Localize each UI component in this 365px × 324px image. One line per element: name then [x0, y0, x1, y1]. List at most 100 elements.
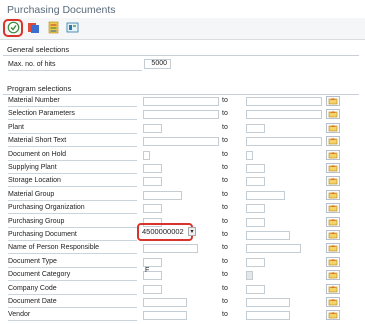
field-label: Company Code [8, 284, 137, 295]
multiple-selection-icon [328, 151, 338, 158]
to-label: to [222, 231, 228, 238]
field-label: Storage Location [8, 176, 137, 188]
multiple-selection-button[interactable] [326, 96, 340, 106]
field-label: Document on Hold [8, 150, 137, 161]
to-input[interactable] [246, 217, 265, 227]
multiple-selection-button[interactable] [326, 163, 340, 173]
multiple-selection-icon [328, 205, 338, 212]
execute-button[interactable] [7, 21, 20, 34]
info-button[interactable] [66, 21, 79, 34]
purchasing-document-value[interactable]: 4500000002 [142, 227, 184, 237]
to-input[interactable] [246, 137, 322, 147]
field-label: Plant [8, 123, 137, 134]
multiple-selection-button[interactable] [326, 122, 340, 133]
from-input[interactable] [143, 298, 187, 307]
to-input[interactable] [246, 150, 253, 160]
to-input[interactable] [246, 123, 265, 133]
get-variant-button[interactable] [27, 21, 40, 34]
to-label: to [222, 298, 228, 305]
field-label: Supplying Plant [8, 163, 137, 174]
multiple-selection-button[interactable] [326, 176, 340, 187]
to-input[interactable] [246, 164, 265, 173]
field-label: Vendor [8, 310, 137, 322]
multiple-selection-icon [328, 191, 338, 199]
multiple-selection-button[interactable] [326, 136, 340, 147]
from-input[interactable] [143, 150, 150, 160]
multiple-selection-button[interactable] [326, 203, 340, 214]
multiple-selection-button[interactable] [326, 230, 340, 240]
field-label: Purchasing Group [8, 217, 137, 228]
from-input[interactable] [143, 110, 219, 120]
from-input[interactable] [143, 257, 162, 267]
to-input[interactable] [246, 110, 322, 120]
to-input[interactable] [246, 311, 290, 321]
from-input[interactable] [143, 190, 182, 200]
multiple-selection-icon [328, 245, 338, 252]
field-label: Material Short Text [8, 136, 137, 148]
to-input[interactable] [246, 190, 285, 200]
from-input[interactable] [143, 164, 162, 173]
max-hits-label: Max. no. of hits [8, 59, 142, 71]
multiple-selection-button[interactable] [326, 283, 340, 294]
multiple-selection-icon [328, 138, 338, 145]
to-label: to [222, 177, 228, 185]
application-toolbar [0, 18, 365, 40]
document-category-flag: F [145, 267, 150, 274]
to-label: to [222, 217, 228, 225]
field-label: Document Type [8, 257, 137, 268]
to-input[interactable] [246, 284, 265, 294]
from-input[interactable] [143, 204, 162, 214]
multiple-selection-icon [328, 218, 338, 225]
to-label: to [222, 244, 228, 252]
to-input[interactable] [246, 97, 322, 106]
to-label: to [222, 164, 228, 171]
from-input[interactable] [143, 97, 219, 106]
from-input[interactable] [143, 244, 198, 254]
to-label: to [222, 97, 228, 104]
to-label: to [222, 311, 228, 319]
to-input[interactable] [246, 177, 265, 187]
from-input[interactable] [143, 311, 187, 321]
to-label: to [222, 257, 228, 265]
program-selections-title: Program selections [7, 84, 72, 93]
multiple-selection-icon [328, 299, 338, 306]
from-input[interactable] [143, 284, 162, 294]
multiple-selection-button[interactable] [326, 149, 340, 160]
multiple-selection-button[interactable] [326, 243, 340, 254]
from-input[interactable] [143, 177, 162, 187]
multiple-selection-icon [328, 272, 338, 279]
to-input[interactable] [246, 244, 301, 254]
to-label: to [222, 123, 228, 131]
multiple-selection-button[interactable] [326, 109, 340, 120]
to-input[interactable] [246, 231, 290, 240]
from-input[interactable] [143, 123, 162, 133]
to-input[interactable] [246, 204, 265, 214]
to-input[interactable] [246, 298, 290, 307]
general-selections-title: General selections [7, 45, 70, 54]
field-label: Document Category [8, 270, 137, 282]
max-hits-input[interactable]: 5000 [144, 59, 171, 69]
multiple-selection-button[interactable] [326, 189, 340, 200]
multiple-selection-icon [328, 165, 338, 172]
multiple-selection-button[interactable] [326, 270, 340, 281]
from-input[interactable] [143, 137, 219, 147]
to-input[interactable] [246, 257, 265, 267]
multiple-selection-button[interactable] [326, 256, 340, 267]
value-help-icon[interactable]: ▾ [188, 227, 196, 236]
program-selections-section: Program selections [3, 84, 359, 95]
field-label: Document Date [8, 297, 137, 308]
field-label: Material Number [8, 96, 137, 107]
page-title: Purchasing Documents [7, 4, 116, 16]
field-label: Purchasing Document [8, 230, 137, 241]
to-input[interactable] [246, 271, 253, 281]
list-button[interactable] [47, 21, 60, 34]
to-label: to [222, 204, 228, 212]
to-label: to [222, 150, 228, 158]
multiple-selection-icon [328, 111, 338, 118]
multiple-selection-icon [328, 178, 338, 185]
to-label: to [222, 271, 228, 279]
multiple-selection-button[interactable] [326, 310, 340, 321]
multiple-selection-button[interactable] [326, 216, 340, 227]
info-icon [66, 22, 79, 33]
multiple-selection-button[interactable] [326, 297, 340, 307]
